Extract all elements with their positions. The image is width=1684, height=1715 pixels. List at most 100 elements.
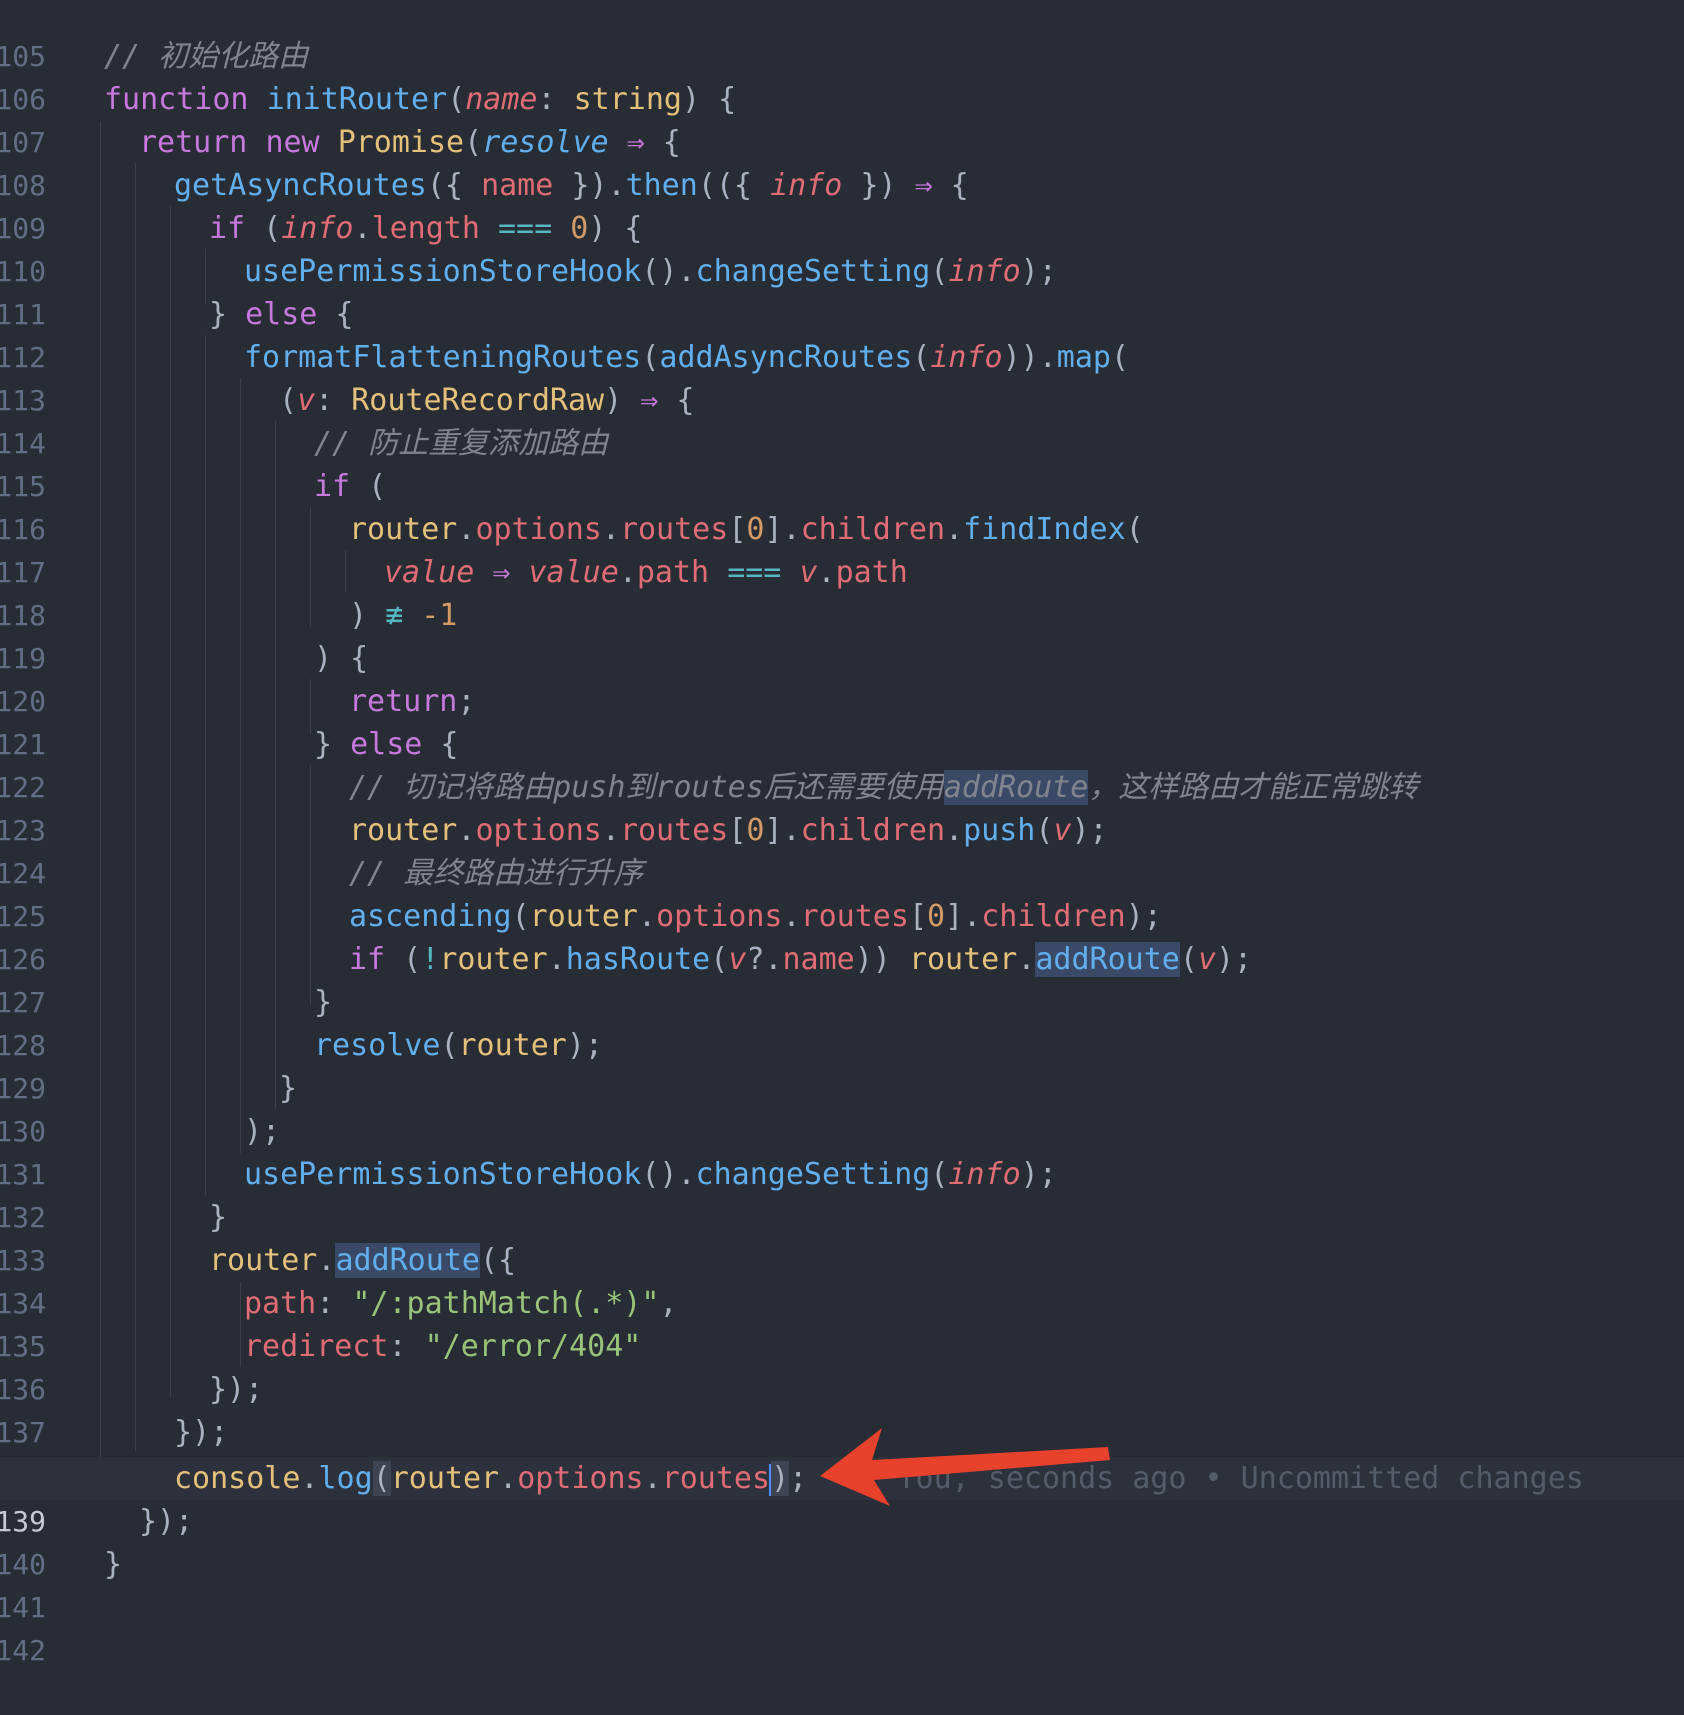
- function-name: usePermissionStoreHook: [244, 254, 642, 289]
- keyword: if: [209, 211, 246, 246]
- code-line[interactable]: 133 }: [0, 1196, 1684, 1277]
- function-name: resolve: [314, 1028, 441, 1063]
- code-line[interactable]: 137 });: [0, 1368, 1684, 1449]
- code-comment: // 切记将路由push到routes后还需要使用: [349, 770, 944, 805]
- number: 0: [570, 211, 589, 246]
- code-line[interactable]: 119 ) ≢ -1: [0, 594, 1684, 675]
- code-line[interactable]: 115 // 防止重复添加路由: [0, 422, 1684, 503]
- code-line[interactable]: 124 router.options.routes[0].children.pu…: [0, 809, 1684, 890]
- keyword: new: [265, 125, 320, 160]
- function-name-highlight: addRoute: [1035, 942, 1180, 977]
- function-name: changeSetting: [695, 1157, 931, 1192]
- code-line[interactable]: 105: [0, 0, 1684, 73]
- variable: router: [209, 1243, 318, 1278]
- code-line[interactable]: 127 if (!router.hasRoute(v?.name)) route…: [0, 938, 1684, 1019]
- variable: router: [390, 1461, 500, 1496]
- code-line[interactable]: 113 formatFlatteningRoutes(addAsyncRoute…: [0, 336, 1684, 417]
- arrow-operator: ⇒: [640, 383, 659, 418]
- property: options: [517, 1461, 644, 1496]
- property: name: [481, 168, 554, 203]
- operator: ===: [498, 211, 553, 246]
- variable: router: [439, 942, 548, 977]
- property: name: [782, 942, 855, 977]
- function-name: changeSetting: [695, 254, 931, 289]
- code-line[interactable]: 129 resolve(router);: [0, 1024, 1684, 1105]
- function-name: hasRoute: [565, 942, 711, 977]
- code-comment: // 防止重复添加路由: [314, 426, 609, 461]
- code-line[interactable]: 122 } else {: [0, 723, 1684, 804]
- code-line[interactable]: 142: [0, 1586, 1684, 1667]
- code-line[interactable]: 116 if (: [0, 465, 1684, 546]
- variable: router: [349, 512, 458, 547]
- property: routes: [619, 512, 729, 547]
- param: info: [770, 168, 843, 203]
- property: children: [800, 512, 946, 547]
- param: v: [728, 942, 747, 977]
- code-line[interactable]: 136 redirect: "/error/404": [0, 1325, 1684, 1406]
- code-line[interactable]: 130 }: [0, 1067, 1684, 1148]
- arrow-operator: ⇒: [492, 555, 511, 590]
- keyword: if: [314, 469, 351, 504]
- function-name: log: [318, 1461, 373, 1496]
- variable: router: [529, 899, 638, 934]
- code-line[interactable]: 120 ) {: [0, 637, 1684, 718]
- param: value: [384, 555, 475, 590]
- param: value: [528, 555, 619, 590]
- code-line[interactable]: 125 // 最终路由进行升序: [0, 852, 1684, 933]
- code-line[interactable]: 109 getAsyncRoutes({ name }).then(({ inf…: [0, 164, 1684, 245]
- param: v: [1053, 813, 1072, 848]
- param: info: [281, 211, 354, 246]
- code-line[interactable]: 112 } else {: [0, 293, 1684, 374]
- param: info: [930, 340, 1003, 375]
- number: -1: [421, 598, 458, 633]
- number: 0: [746, 512, 765, 547]
- code-line[interactable]: 117 router.options.routes[0].children.fi…: [0, 508, 1684, 589]
- variable: router: [908, 942, 1018, 977]
- code-line[interactable]: 111 usePermissionStoreHook().changeSetti…: [0, 250, 1684, 331]
- code-line[interactable]: 135 path: "/:pathMatch(.*)",: [0, 1282, 1684, 1363]
- number: 0: [746, 813, 765, 848]
- operator: ===: [727, 555, 782, 590]
- string: "/:pathMatch(.*)": [352, 1286, 660, 1321]
- property: options: [475, 512, 602, 547]
- code-line[interactable]: 118 value ⇒ value.path === v.path: [0, 551, 1684, 632]
- param: info: [948, 1157, 1021, 1192]
- code-line[interactable]: 106 // 初始化路由: [0, 35, 1684, 116]
- code-line[interactable]: 110 if (info.length === 0) {: [0, 207, 1684, 288]
- arrow-operator: ⇒: [626, 125, 645, 160]
- code-comment-highlight: addRoute: [943, 770, 1089, 805]
- type: Promise: [337, 125, 465, 160]
- code-line[interactable]: 132 usePermissionStoreHook().changeSetti…: [0, 1153, 1684, 1234]
- variable: console: [174, 1461, 301, 1496]
- code-editor[interactable]: 105 106 // 初始化路由 107 function initRouter…: [0, 0, 1684, 1667]
- keyword: else: [245, 297, 318, 332]
- code-line[interactable]: 107 function initRouter(name: string) {: [0, 78, 1684, 159]
- property: routes: [619, 813, 729, 848]
- property: routes: [800, 899, 909, 934]
- param: v: [799, 555, 818, 590]
- code-line[interactable]: 128 }: [0, 981, 1684, 1062]
- property: children: [981, 899, 1126, 934]
- param: resolve: [482, 125, 609, 160]
- code-line[interactable]: 141 }: [0, 1543, 1684, 1624]
- code-comment: // 初始化路由: [104, 39, 309, 74]
- keyword: else: [350, 727, 423, 762]
- code-line[interactable]: 131 );: [0, 1110, 1684, 1191]
- code-line[interactable]: 134 router.addRoute({: [0, 1239, 1684, 1320]
- keyword: return: [139, 125, 248, 160]
- code-line[interactable]: 126 ascending(router.options.routes[0].c…: [0, 895, 1684, 976]
- function-name: push: [963, 813, 1036, 848]
- red-arrow-icon: [820, 1428, 1110, 1506]
- code-line[interactable]: 114 (v: RouteRecordRaw) ⇒ {: [0, 379, 1684, 460]
- function-name: getAsyncRoutes: [174, 168, 427, 203]
- property: redirect: [244, 1329, 389, 1364]
- type: RouteRecordRaw: [351, 383, 605, 418]
- operator: ≢: [385, 598, 404, 633]
- param: v: [1197, 942, 1216, 977]
- function-name: addAsyncRoutes: [659, 340, 913, 375]
- code-line[interactable]: 108 return new Promise(resolve ⇒ {: [0, 121, 1684, 202]
- param: name: [465, 82, 538, 117]
- code-line[interactable]: 121 return;: [0, 680, 1684, 761]
- function-name: then: [625, 168, 698, 203]
- code-line[interactable]: 123 // 切记将路由push到routes后还需要使用addRoute，这样…: [0, 766, 1684, 847]
